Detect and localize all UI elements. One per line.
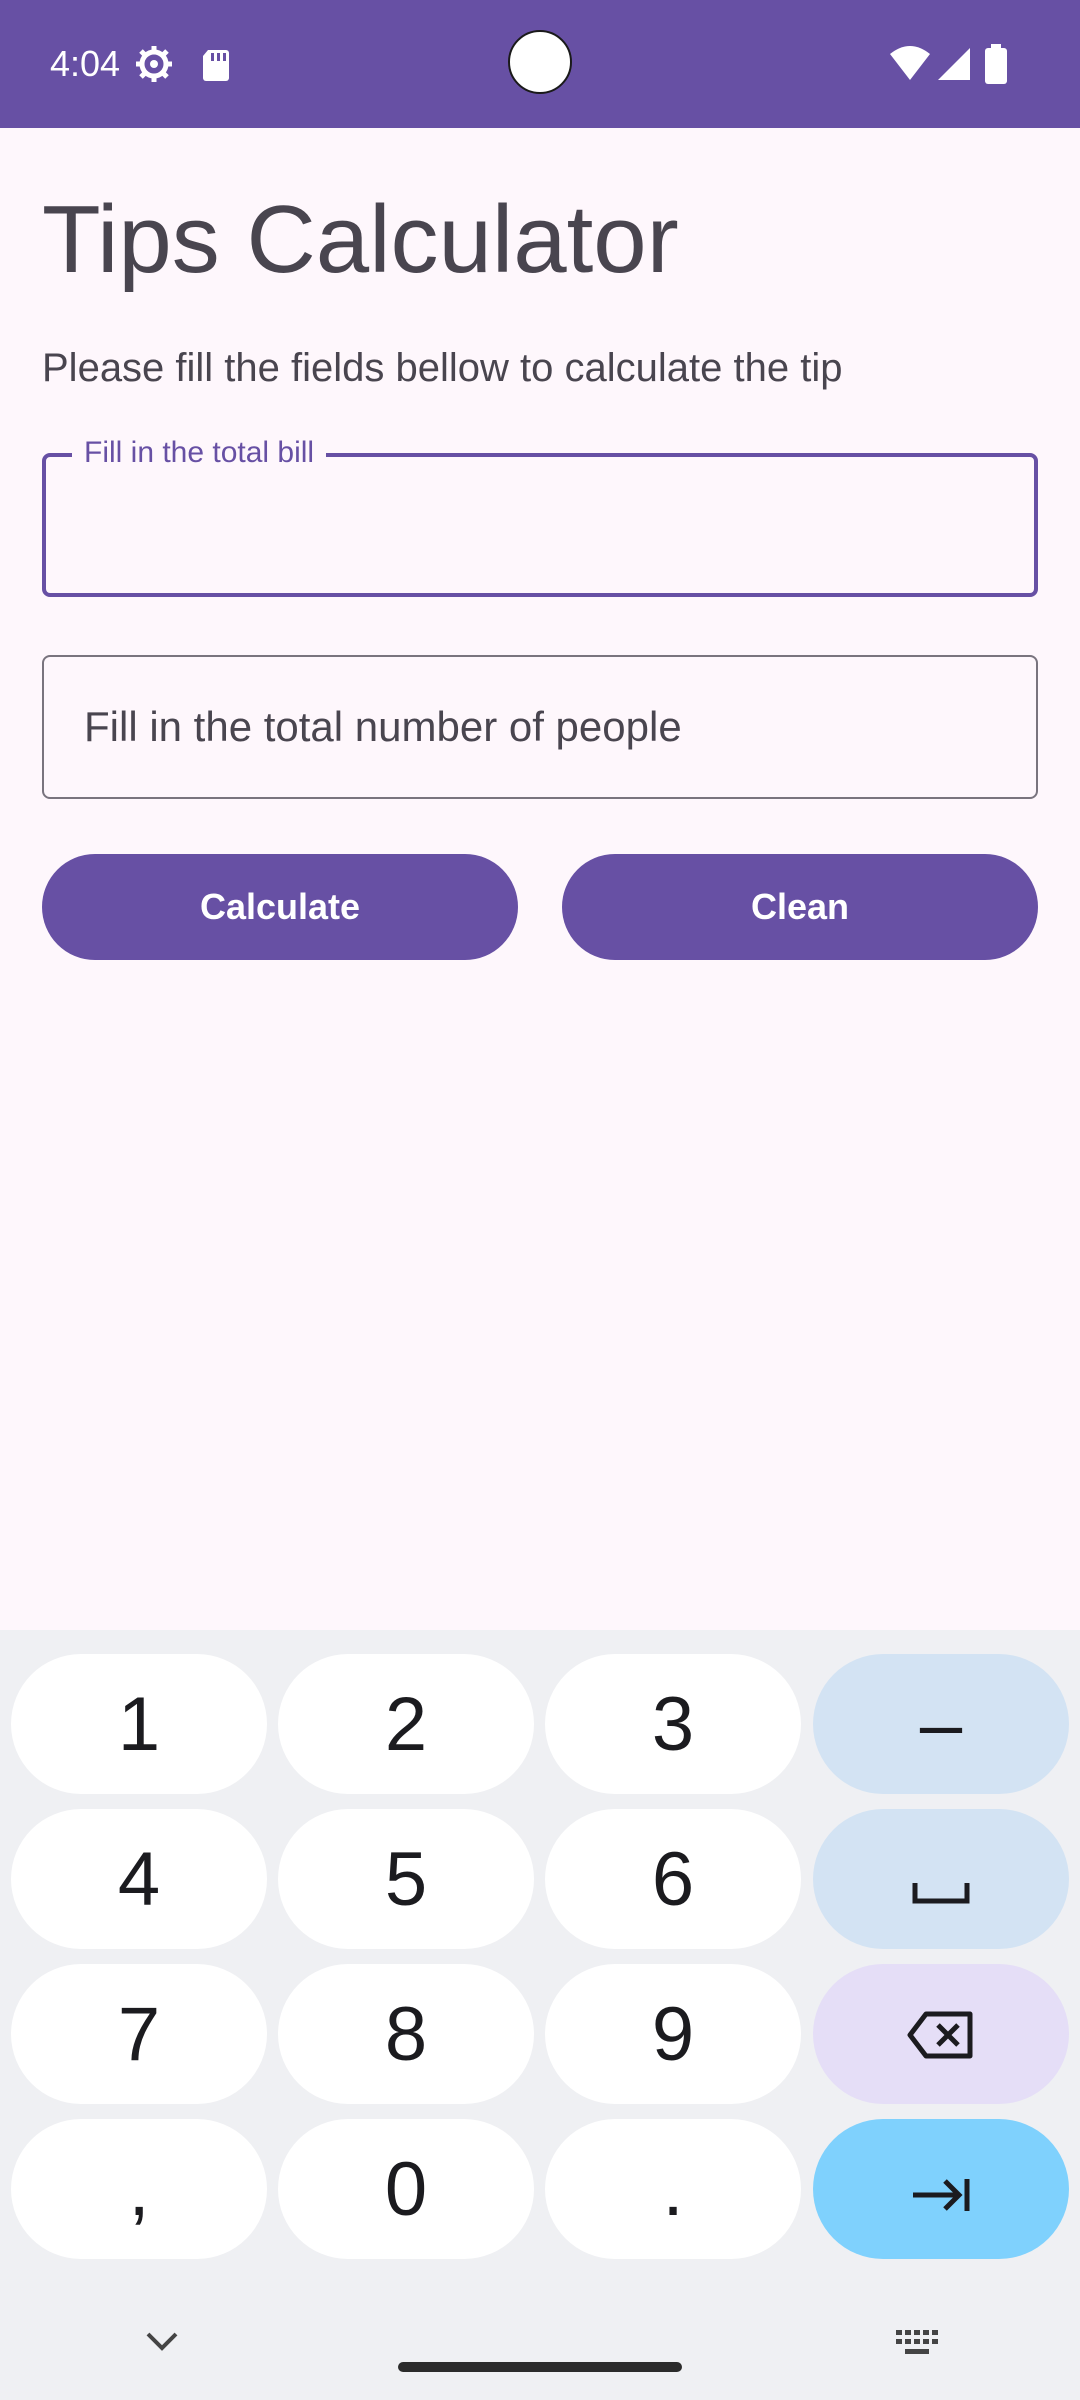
key-1[interactable]: 1: [11, 1654, 267, 1794]
key-4[interactable]: 4: [11, 1809, 267, 1949]
people-count-label: Fill in the total number of people: [84, 703, 682, 750]
camera-cutout: [508, 30, 572, 94]
key-0[interactable]: 0: [278, 2119, 534, 2259]
key-period[interactable]: .: [545, 2119, 801, 2259]
calculate-button[interactable]: Calculate: [42, 854, 518, 960]
chevron-down-icon[interactable]: [144, 2330, 180, 2359]
key-minus[interactable]: –: [813, 1654, 1069, 1794]
signal-icon: [934, 44, 974, 84]
people-count-input[interactable]: Fill in the total number of people: [42, 655, 1038, 799]
page-title: Tips Calculator: [42, 186, 679, 293]
settings-icon: [134, 44, 174, 84]
wifi-icon: [888, 44, 932, 84]
key-7[interactable]: 7: [11, 1964, 267, 2104]
key-comma[interactable]: ,: [11, 2119, 267, 2259]
battery-icon: [982, 44, 1010, 84]
instruction-text: Please fill the fields bellow to calcula…: [42, 346, 843, 390]
key-space[interactable]: [813, 1809, 1069, 1949]
tab-next-icon: [909, 2146, 973, 2233]
sd-card-icon: [196, 44, 236, 84]
key-8[interactable]: 8: [278, 1964, 534, 2104]
key-3[interactable]: 3: [545, 1654, 801, 1794]
status-bar: 4:04: [0, 0, 1080, 128]
key-9[interactable]: 9: [545, 1964, 801, 2104]
key-backspace[interactable]: [813, 1964, 1069, 2104]
key-5[interactable]: 5: [278, 1809, 534, 1949]
gesture-handle[interactable]: [398, 2362, 682, 2372]
key-2[interactable]: 2: [278, 1654, 534, 1794]
total-bill-label: Fill in the total bill: [72, 433, 327, 473]
numeric-keyboard: 1 2 3 – 4 5 6 7 8 9 , 0 .: [0, 1630, 1080, 2400]
space-icon: [911, 1836, 971, 1923]
keyboard-icon[interactable]: [894, 2328, 942, 2363]
key-next[interactable]: [813, 2119, 1069, 2259]
clean-button[interactable]: Clean: [562, 854, 1038, 960]
total-bill-input[interactable]: Fill in the total bill: [42, 433, 1038, 597]
key-6[interactable]: 6: [545, 1809, 801, 1949]
status-time: 4:04: [50, 43, 121, 84]
backspace-icon: [906, 1991, 976, 2078]
